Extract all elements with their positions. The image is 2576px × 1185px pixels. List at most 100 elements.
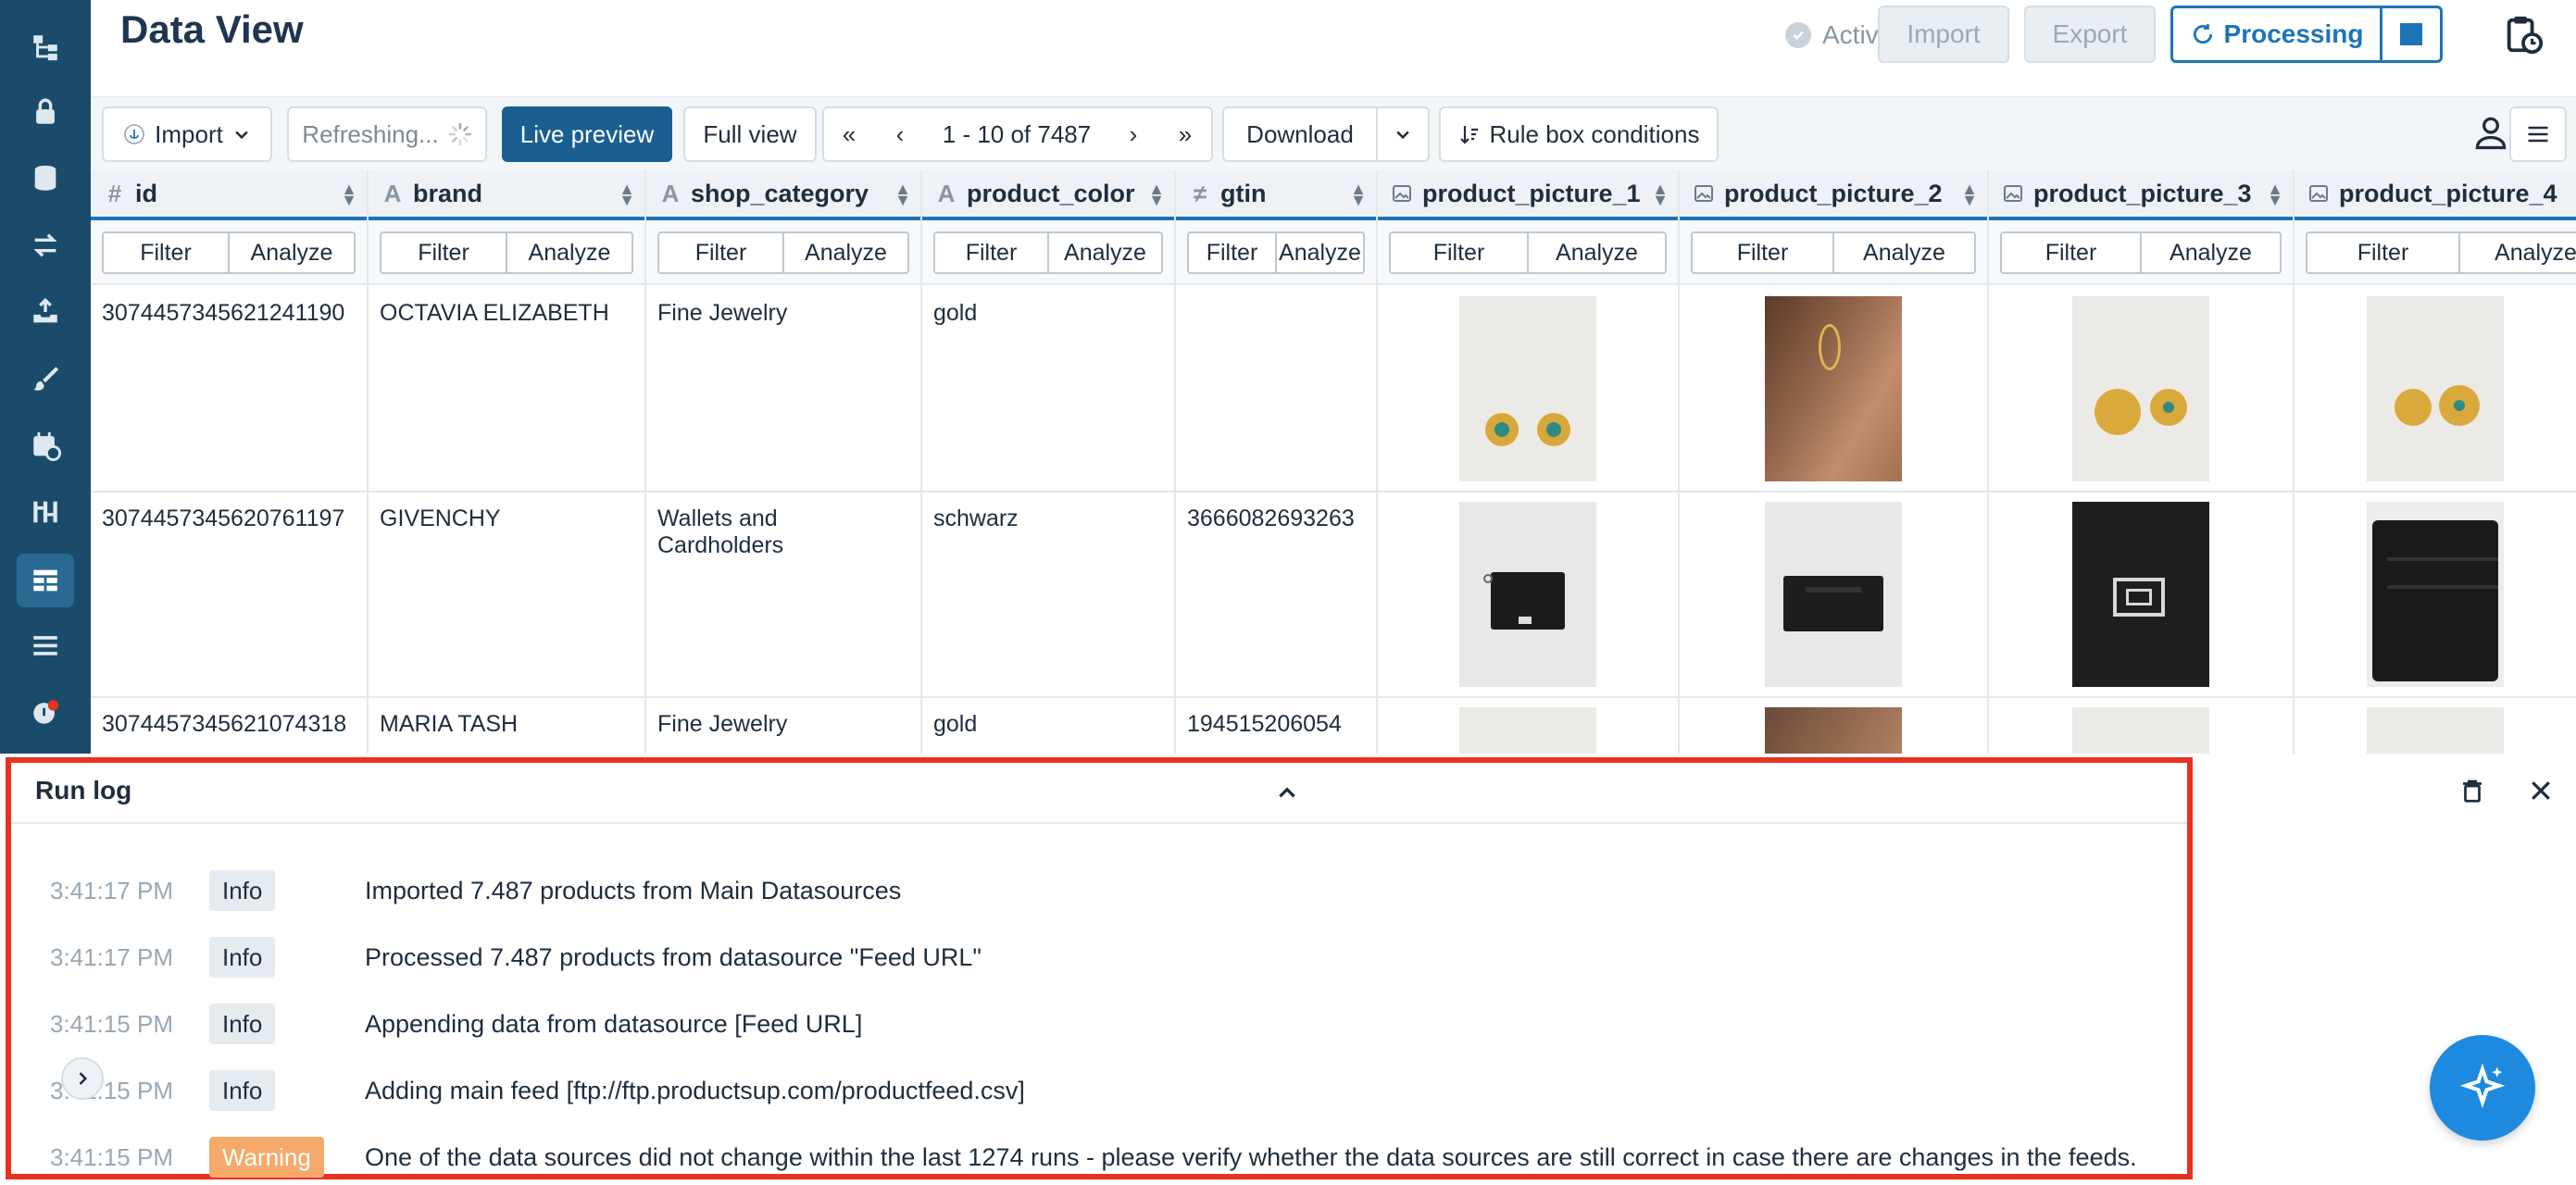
full-view-button[interactable]: Full view	[683, 106, 817, 162]
analyze-button[interactable]: Analyze	[2140, 233, 2280, 272]
column-header-brand[interactable]: A brand ▲ ▼	[369, 170, 644, 220]
product-image[interactable]	[1459, 502, 1596, 687]
nav-notifications[interactable]	[0, 681, 91, 742]
last-page-button[interactable]: »	[1159, 106, 1213, 162]
product-image[interactable]	[1459, 707, 1596, 754]
header-export-button[interactable]: Export	[2024, 6, 2156, 63]
nav-design[interactable]	[0, 348, 91, 409]
filter-button[interactable]: Filter	[104, 233, 228, 272]
chevron-right-icon	[79, 1072, 88, 1085]
prev-page-button[interactable]: ‹	[874, 106, 928, 162]
analyze-button[interactable]: Analyze	[506, 233, 631, 272]
image-type-icon	[2309, 185, 2328, 202]
table-cell: 194515206054	[1187, 711, 1342, 737]
sort-conditions-icon	[1459, 126, 1478, 144]
column-header-product-picture-2[interactable]: product_picture_2 ▲ ▼	[1680, 170, 1987, 220]
sort-icon[interactable]: ▲ ▼	[341, 181, 357, 208]
toolbar-import-button[interactable]: Import	[102, 106, 272, 162]
column-header-shop-category[interactable]: A shop_category ▲ ▼	[646, 170, 920, 220]
filter-button[interactable]: Filter	[2002, 233, 2140, 272]
nav-export[interactable]	[0, 281, 91, 343]
nav-dataflow[interactable]	[0, 481, 91, 543]
filter-button[interactable]: Filter	[1391, 233, 1527, 272]
sort-icon[interactable]: ▲ ▼	[1961, 181, 1978, 208]
close-log-button[interactable]	[2520, 770, 2561, 811]
toolbar-import-label: Import	[155, 119, 223, 148]
data-toolbar: Import Refreshing... Live preview Full v…	[91, 96, 2576, 170]
image-cell	[1680, 493, 1987, 698]
column-filter-bar: Filter Analyze	[1378, 220, 1678, 285]
stop-button[interactable]	[2380, 6, 2443, 63]
column-header-product-picture-1[interactable]: product_picture_1 ▲ ▼	[1378, 170, 1678, 220]
product-image[interactable]	[2072, 296, 2209, 481]
product-image[interactable]	[2072, 707, 2209, 754]
nav-database[interactable]	[0, 148, 91, 209]
sort-icon[interactable]: ▲ ▼	[894, 181, 911, 208]
column-header-product-picture-4[interactable]: product_picture_4	[2295, 170, 2576, 220]
column-filter-bar: Filter Analyze	[922, 220, 1174, 285]
product-image[interactable]	[1765, 296, 1902, 481]
product-image[interactable]	[1459, 296, 1596, 481]
product-image[interactable]	[2367, 707, 2504, 754]
sort-icon[interactable]: ▲ ▼	[619, 181, 635, 208]
sort-icon[interactable]: ▲ ▼	[1652, 181, 1669, 208]
table-cell: Fine Jewelry	[646, 287, 920, 493]
image-cell	[2295, 287, 2576, 493]
analyze-button[interactable]: Analyze	[2458, 233, 2576, 272]
column-header-product-color[interactable]: A product_color ▲ ▼	[922, 170, 1174, 220]
filter-button[interactable]: Filter	[381, 233, 506, 272]
download-options-button[interactable]	[1376, 106, 1430, 162]
table-cell: 3074457345620761197	[91, 493, 367, 698]
filter-button[interactable]: Filter	[1189, 233, 1275, 272]
page-range: 1 - 10 of 7487	[926, 106, 1109, 162]
table-cell	[1176, 287, 1376, 493]
image-cell	[1989, 287, 2293, 493]
nav-schedule[interactable]	[0, 415, 91, 476]
product-image[interactable]	[2072, 502, 2209, 687]
log-entry: 3:41:17 PM Info Processed 7.487 products…	[11, 931, 2187, 983]
collapse-run-log-button[interactable]	[1275, 781, 1299, 810]
analyze-button[interactable]: Analyze	[1527, 233, 1665, 272]
nav-sitemap[interactable]	[0, 17, 91, 78]
user-column-button[interactable]	[2470, 112, 2511, 157]
expand-sidebar-button[interactable]	[61, 1057, 104, 1100]
next-page-button[interactable]: ›	[1107, 106, 1161, 162]
sort-icon[interactable]: ▲ ▼	[1148, 181, 1165, 208]
column-header-id[interactable]: # id ▲ ▼	[91, 170, 367, 220]
column-filter-bar: Filter Analyze	[646, 220, 920, 285]
sort-icon[interactable]: ▲ ▼	[2267, 181, 2283, 208]
analyze-button[interactable]: Analyze	[1832, 233, 1974, 272]
nav-data-view[interactable]	[0, 550, 91, 611]
first-page-button[interactable]: «	[822, 106, 876, 162]
nav-security[interactable]	[0, 81, 91, 143]
filter-button[interactable]: Filter	[935, 233, 1047, 272]
schedule-clipboard-button[interactable]	[2502, 13, 2545, 60]
nav-transfer[interactable]	[0, 215, 91, 276]
product-image[interactable]	[2367, 296, 2504, 481]
menu-button[interactable]	[2509, 106, 2567, 162]
live-preview-button[interactable]: Live preview	[502, 106, 672, 162]
product-image[interactable]	[1765, 707, 1902, 754]
filter-button[interactable]: Filter	[2307, 233, 2458, 272]
processing-button[interactable]: Processing	[2170, 6, 2383, 63]
column-header-product-picture-3[interactable]: product_picture_3 ▲ ▼	[1989, 170, 2293, 220]
download-button[interactable]: Download	[1222, 106, 1378, 162]
brush-icon	[33, 367, 59, 391]
header-import-button[interactable]: Import	[1878, 6, 2009, 63]
column-header-gtin[interactable]: ≠ gtin ▲ ▼	[1176, 170, 1376, 220]
filter-button[interactable]: Filter	[1693, 233, 1832, 272]
sort-icon[interactable]: ▲ ▼	[1350, 181, 1367, 208]
analyze-button[interactable]: Analyze	[782, 233, 907, 272]
column-title: id	[135, 179, 157, 207]
rule-box-conditions-button[interactable]: Rule box conditions	[1439, 106, 1719, 162]
ai-assistant-button[interactable]	[2430, 1035, 2535, 1141]
product-image[interactable]	[2367, 502, 2504, 687]
analyze-button[interactable]: Analyze	[1275, 233, 1363, 272]
log-message: Imported 7.487 products from Main Dataso…	[365, 876, 902, 904]
clear-log-button[interactable]	[2452, 770, 2493, 811]
nav-list[interactable]	[0, 615, 91, 676]
analyze-button[interactable]: Analyze	[228, 233, 354, 272]
product-image[interactable]	[1765, 502, 1902, 687]
filter-button[interactable]: Filter	[659, 233, 782, 272]
analyze-button[interactable]: Analyze	[1047, 233, 1161, 272]
